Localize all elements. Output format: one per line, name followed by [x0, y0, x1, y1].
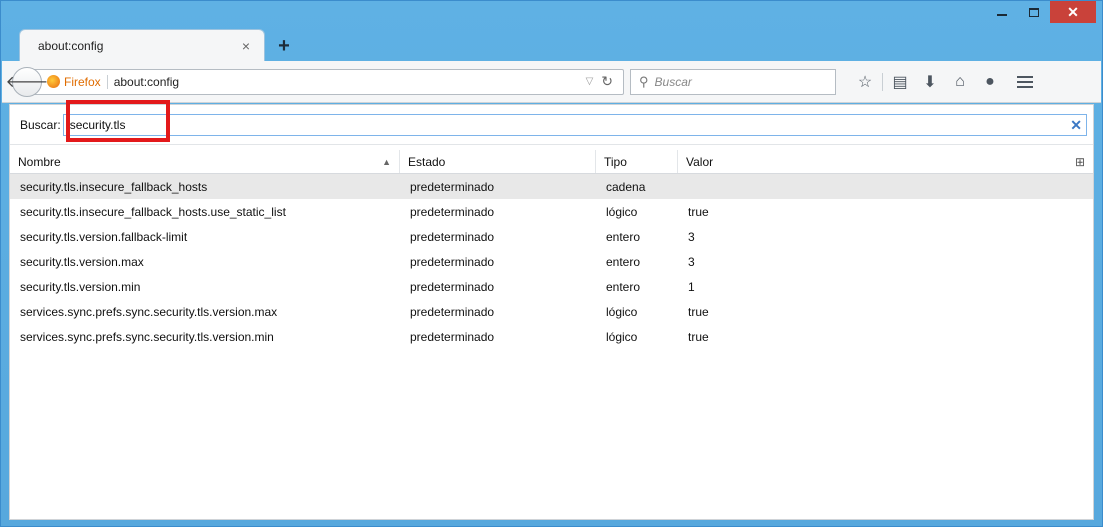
back-arrow-icon: 🡐	[5, 74, 49, 91]
pref-name: security.tls.version.min	[20, 279, 141, 294]
search-placeholder: Buscar	[654, 74, 692, 89]
pref-type: entero	[606, 279, 641, 294]
pref-name: security.tls.version.max	[20, 254, 144, 269]
browser-window: ✕ about:config × + 🡐 Firefox about:confi…	[0, 0, 1103, 527]
pref-value: true	[688, 329, 709, 344]
toolbar-icons: ☆ ▤ ⬇ ⌂ ●	[850, 72, 1033, 92]
star-icon[interactable]: ☆	[850, 72, 880, 92]
minimize-icon	[997, 14, 1007, 16]
minimize-button[interactable]	[986, 1, 1018, 23]
pref-state: predeterminado	[410, 179, 495, 194]
pref-type: entero	[606, 229, 641, 244]
sort-ascending-icon: ▲	[382, 156, 391, 167]
pref-value: 3	[688, 229, 695, 244]
pref-state: predeterminado	[410, 254, 495, 269]
pref-type: cadena	[606, 179, 646, 194]
table-row[interactable]: security.tls.insecure_fallback_hosts.use…	[10, 199, 1093, 224]
column-name-label: Nombre	[18, 154, 61, 169]
pref-value: 3	[688, 254, 695, 269]
url-bar[interactable]: Firefox about:config ▽ ↻	[34, 68, 624, 95]
pref-name: services.sync.prefs.sync.security.tls.ve…	[20, 329, 274, 344]
url-dropdown-icon[interactable]: ▽	[586, 76, 594, 87]
url-text[interactable]: about:config	[114, 75, 586, 89]
column-header-value[interactable]: Valor	[678, 150, 1067, 173]
pref-value: true	[688, 204, 709, 219]
maximize-icon	[1029, 7, 1039, 17]
back-button[interactable]: 🡐	[6, 66, 48, 97]
column-value-label: Valor	[686, 154, 714, 169]
table-header: Nombre ▲ Estado Tipo Valor ⊞	[10, 150, 1093, 174]
search-bar[interactable]: ⚲ Buscar	[630, 68, 836, 95]
column-header-name[interactable]: Nombre ▲	[10, 150, 400, 173]
filter-input[interactable]: security.tls ✕	[62, 113, 1087, 136]
filter-label: Buscar:	[20, 117, 61, 132]
tab-about-config[interactable]: about:config ×	[19, 29, 265, 61]
close-icon: ✕	[1067, 3, 1079, 20]
table-row[interactable]: security.tls.version.min predeterminado …	[10, 274, 1093, 299]
preferences-table: Nombre ▲ Estado Tipo Valor ⊞ security.tl…	[10, 150, 1093, 349]
table-row[interactable]: services.sync.prefs.sync.security.tls.ve…	[10, 324, 1093, 349]
table-row[interactable]: services.sync.prefs.sync.security.tls.ve…	[10, 299, 1093, 324]
maximize-button[interactable]	[1018, 1, 1050, 23]
search-icon: ⚲	[639, 73, 649, 89]
window-caption-buttons: ✕	[986, 1, 1096, 25]
chat-icon[interactable]: ●	[975, 73, 1005, 91]
highlight-annotation-box	[66, 100, 170, 142]
identity-label[interactable]: Firefox	[64, 74, 108, 89]
filter-row: Buscar: security.tls ✕	[10, 100, 1093, 145]
column-header-type[interactable]: Tipo	[596, 150, 678, 173]
firefox-icon	[47, 75, 60, 88]
download-icon[interactable]: ⬇	[915, 72, 945, 92]
about-config-page: Buscar: security.tls ✕ Nombre ▲ Estado T…	[9, 100, 1094, 520]
pref-state: predeterminado	[410, 329, 495, 344]
clear-filter-icon[interactable]: ✕	[1070, 117, 1082, 134]
table-row[interactable]: security.tls.version.max predeterminado …	[10, 249, 1093, 274]
pref-type: entero	[606, 254, 641, 269]
pref-state: predeterminado	[410, 279, 495, 294]
column-state-label: Estado	[408, 154, 446, 169]
menu-icon[interactable]	[1017, 75, 1033, 88]
column-picker-icon[interactable]: ⊞	[1067, 155, 1093, 169]
column-type-label: Tipo	[604, 154, 627, 169]
tab-title: about:config	[38, 38, 104, 53]
pref-state: predeterminado	[410, 304, 495, 319]
pref-state: predeterminado	[410, 229, 495, 244]
tab-strip: about:config × +	[19, 27, 299, 61]
tab-close-icon[interactable]: ×	[242, 38, 250, 54]
pref-value: true	[688, 304, 709, 319]
pref-state: predeterminado	[410, 204, 495, 219]
table-row[interactable]: security.tls.version.fallback-limit pred…	[10, 224, 1093, 249]
reload-icon[interactable]: ↻	[601, 73, 613, 90]
column-header-state[interactable]: Estado	[400, 150, 596, 173]
pref-name: security.tls.version.fallback-limit	[20, 229, 188, 244]
home-icon[interactable]: ⌂	[945, 73, 975, 91]
close-window-button[interactable]: ✕	[1050, 1, 1096, 23]
pref-type: lógico	[606, 329, 638, 344]
table-row[interactable]: security.tls.insecure_fallback_hosts pre…	[10, 174, 1093, 199]
pref-name: security.tls.insecure_fallback_hosts	[20, 179, 208, 194]
pref-name: security.tls.insecure_fallback_hosts.use…	[20, 204, 286, 219]
pref-type: lógico	[606, 304, 638, 319]
reading-list-icon[interactable]: ▤	[885, 72, 915, 92]
navigation-toolbar: 🡐 Firefox about:config ▽ ↻ ⚲ Buscar ☆ ▤ …	[2, 61, 1101, 103]
new-tab-button[interactable]: +	[269, 31, 299, 61]
toolbar-separator	[882, 72, 883, 91]
pref-type: lógico	[606, 204, 638, 219]
pref-value: 1	[688, 279, 695, 294]
pref-name: services.sync.prefs.sync.security.tls.ve…	[20, 304, 278, 319]
